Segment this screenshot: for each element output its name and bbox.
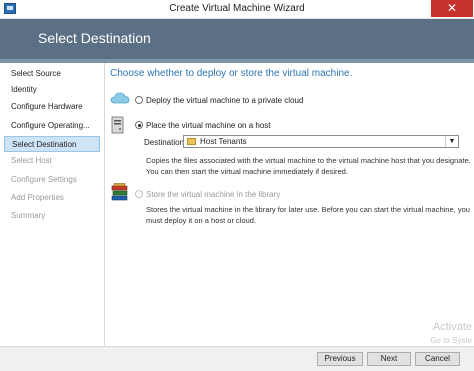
deploy-cloud-label[interactable]: Deploy the virtual machine to a private … xyxy=(146,96,303,105)
previous-button[interactable]: Previous xyxy=(317,352,363,366)
place-on-host-label[interactable]: Place the virtual machine on a host xyxy=(146,121,271,130)
activation-watermark-line-2: Go to Syste xyxy=(430,336,472,345)
sidebar-item-identity[interactable]: Identity xyxy=(4,82,100,98)
chevron-down-icon[interactable]: ▼ xyxy=(445,136,458,147)
cloud-icon xyxy=(110,92,130,104)
sidebar-item-summary: Summary xyxy=(11,211,46,220)
destination-value: Host Tenants xyxy=(200,137,247,146)
wizard-steps-sidebar: Select Source Identity Configure Hardwar… xyxy=(0,63,105,346)
host-group-icon xyxy=(187,138,196,145)
sidebar-item-configure-operating-system[interactable]: Configure Operating... xyxy=(4,118,100,134)
sidebar-item-add-properties: Add Properties xyxy=(11,193,64,202)
library-books-icon xyxy=(111,183,128,201)
library-description-line-2: must deploy it on a host or cloud. xyxy=(146,216,257,225)
next-button[interactable]: Next xyxy=(367,352,411,366)
sidebar-item-select-host: Select Host xyxy=(11,156,52,165)
section-heading: Choose whether to deploy or store the vi… xyxy=(110,68,353,79)
host-description-line-1: Copies the files associated with the vir… xyxy=(146,156,471,165)
close-button[interactable]: ✕ xyxy=(431,0,473,17)
store-in-library-label: Store the virtual machine in the library xyxy=(146,190,281,199)
wizard-footer: Previous Next Cancel xyxy=(0,346,474,371)
main-content: Choose whether to deploy or store the vi… xyxy=(105,63,474,346)
wizard-header: Select Destination xyxy=(0,19,474,59)
library-description-line-1: Stores the virtual machine in the librar… xyxy=(146,205,470,214)
store-in-library-radio xyxy=(135,190,143,198)
destination-dropdown[interactable]: Host Tenants ▼ xyxy=(183,135,459,148)
window-title: Create Virtual Machine Wizard xyxy=(169,3,305,14)
sidebar-item-select-destination[interactable]: Select Destination xyxy=(4,136,100,152)
sidebar-item-configure-hardware[interactable]: Configure Hardware xyxy=(4,99,100,115)
cancel-button[interactable]: Cancel xyxy=(415,352,460,366)
activation-watermark-line-1: Activate xyxy=(432,321,472,333)
sidebar-item-configure-settings: Configure Settings xyxy=(11,175,77,184)
page-title: Select Destination xyxy=(38,30,151,46)
sidebar-item-select-source[interactable]: Select Source xyxy=(4,66,100,82)
destination-label: Destination: xyxy=(144,138,187,147)
host-description-line-2: You can then start the virtual machine i… xyxy=(146,167,348,176)
title-bar: Create Virtual Machine Wizard ✕ xyxy=(0,0,474,19)
place-on-host-radio[interactable] xyxy=(135,121,143,129)
deploy-cloud-radio[interactable] xyxy=(135,96,143,104)
server-icon xyxy=(111,116,124,134)
